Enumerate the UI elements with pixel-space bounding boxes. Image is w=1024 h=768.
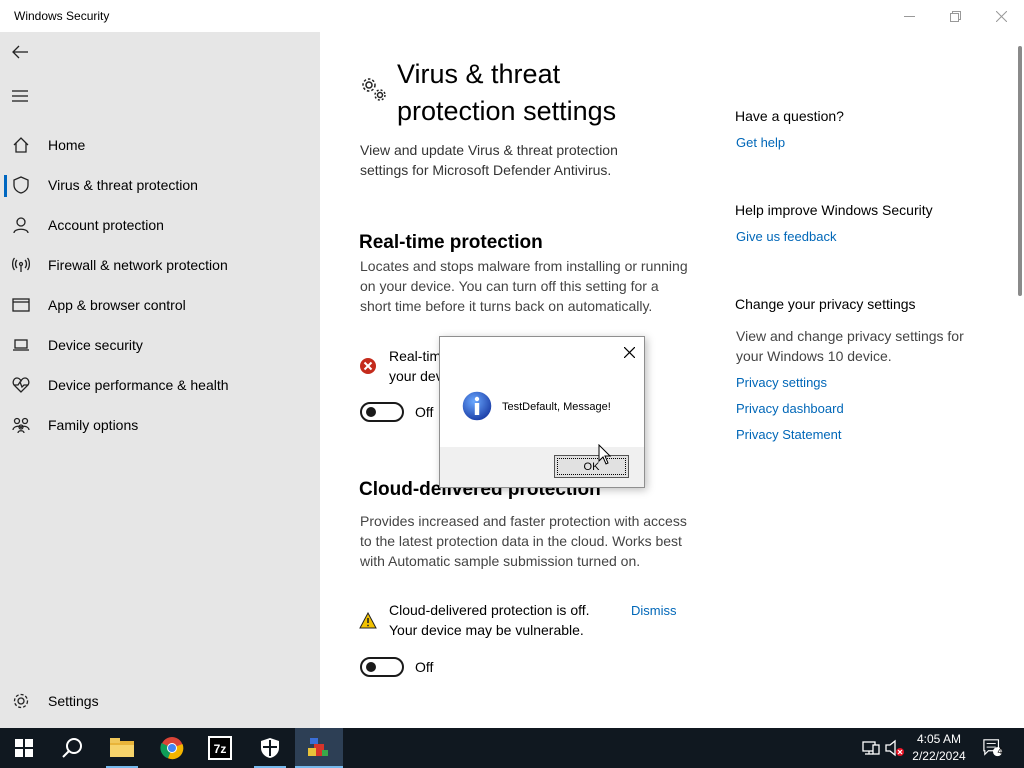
family-icon xyxy=(11,415,31,435)
volume-muted-icon xyxy=(885,739,904,757)
notification-count: 4 xyxy=(997,746,1003,756)
hamburger-icon xyxy=(12,90,28,102)
toggle-knob xyxy=(366,407,376,417)
sidebar-item-settings[interactable]: Settings xyxy=(0,681,320,721)
close-icon xyxy=(623,346,635,358)
sidebar-item-label: Family options xyxy=(48,417,139,433)
taskbar-7zip[interactable]: 7z xyxy=(196,728,244,768)
window-title: Windows Security xyxy=(14,9,110,23)
privacy-description: View and change privacy settings for you… xyxy=(736,328,964,364)
scrollbar[interactable] xyxy=(1018,46,1022,296)
restore-icon xyxy=(949,10,961,22)
sidebar-item-label: Home xyxy=(48,137,86,153)
close-icon xyxy=(995,10,1007,22)
sidebar-item-device-performance[interactable]: Device performance & health xyxy=(0,365,320,405)
person-icon xyxy=(11,215,31,235)
dialog-message: TestDefault, Message! xyxy=(502,401,611,413)
sidebar-item-label: Device performance & health xyxy=(48,377,229,393)
sidebar-item-label: Device security xyxy=(48,337,143,353)
clock-date: 2/22/2024 xyxy=(912,749,966,763)
clock-time: 4:05 AM xyxy=(916,732,962,746)
sidebar-item-home[interactable]: Home xyxy=(0,125,320,165)
sidebar-item-firewall-network[interactable]: Firewall & network protection xyxy=(0,245,320,285)
chrome-icon xyxy=(160,737,184,760)
mouse-cursor-icon xyxy=(598,444,612,465)
wifi-antenna-icon xyxy=(11,255,31,275)
realtime-protection-toggle[interactable] xyxy=(360,402,404,422)
privacy-dashboard-link[interactable]: Privacy dashboard xyxy=(736,401,844,416)
sidebar-item-device-security[interactable]: Device security xyxy=(0,325,320,365)
sidebar-item-app-browser-control[interactable]: App & browser control xyxy=(0,285,320,325)
windows-security-icon xyxy=(261,738,279,758)
heart-icon xyxy=(11,375,31,395)
sidebar-item-label: Account protection xyxy=(48,217,164,233)
taskbar: 7z 4:05 AM 2/22/2024 4 xyxy=(0,728,1024,768)
taskbar-clock[interactable]: 4:05 AM 2/22/2024 xyxy=(904,731,974,765)
cloud-protection-description: Provides increased and faster protection… xyxy=(360,513,687,569)
privacy-statement-link[interactable]: Privacy Statement xyxy=(736,427,842,442)
restore-button[interactable] xyxy=(932,0,978,32)
improve-heading: Help improve Windows Security xyxy=(735,202,933,218)
minimize-icon xyxy=(903,15,915,17)
gear-icon xyxy=(11,691,31,711)
toggle-knob xyxy=(366,662,376,672)
search-button[interactable] xyxy=(48,728,96,768)
title-bar: Windows Security xyxy=(0,0,1024,32)
sidebar-item-virus-threat-protection[interactable]: Virus & threat protection xyxy=(0,165,320,205)
dismiss-link[interactable]: Dismiss xyxy=(631,603,677,618)
page-title: Virus & threat protection settings xyxy=(397,59,617,126)
home-icon xyxy=(11,135,31,155)
warning-icon xyxy=(359,612,377,629)
privacy-settings-link[interactable]: Privacy settings xyxy=(736,375,827,390)
give-feedback-link[interactable]: Give us feedback xyxy=(736,229,836,244)
taskbar-test-app[interactable] xyxy=(295,728,343,768)
sidebar-item-account-protection[interactable]: Account protection xyxy=(0,205,320,245)
action-center-button[interactable]: 4 xyxy=(983,738,1003,758)
minimize-button[interactable] xyxy=(886,0,932,32)
back-arrow-icon xyxy=(12,45,28,59)
realtime-toggle-label: Off xyxy=(415,404,434,420)
cloud-warning-text: Cloud-delivered protection is off. Your … xyxy=(389,602,590,638)
get-help-link[interactable]: Get help xyxy=(736,135,785,150)
windows-start-icon xyxy=(15,739,33,757)
sidebar-item-label: Firewall & network protection xyxy=(48,257,228,273)
sidebar: Home Virus & threat protection Account p… xyxy=(0,32,320,728)
browser-window-icon xyxy=(11,295,31,315)
realtime-protection-description: Locates and stops malware from installin… xyxy=(360,258,688,314)
close-button[interactable] xyxy=(978,0,1024,32)
network-icon xyxy=(862,741,880,755)
cloud-toggle-label: Off xyxy=(415,659,434,675)
volume-tray-button[interactable] xyxy=(885,738,905,758)
search-icon xyxy=(62,738,82,758)
7zip-icon: 7z xyxy=(208,736,232,760)
message-dialog: TestDefault, Message! OK xyxy=(439,336,645,488)
taskbar-chrome[interactable] xyxy=(148,728,196,768)
question-heading: Have a question? xyxy=(735,108,844,124)
shield-icon xyxy=(11,175,31,195)
dialog-footer: OK xyxy=(440,447,644,487)
sidebar-item-label: Settings xyxy=(48,693,99,709)
network-tray-button[interactable] xyxy=(861,738,881,758)
test-app-icon xyxy=(308,738,328,756)
gears-icon xyxy=(362,78,386,101)
start-button[interactable] xyxy=(0,728,48,768)
taskbar-windows-security[interactable] xyxy=(246,728,294,768)
error-icon xyxy=(360,358,376,374)
laptop-icon xyxy=(11,335,31,355)
dialog-close-button[interactable] xyxy=(620,343,638,361)
sidebar-item-label: App & browser control xyxy=(48,297,186,313)
sidebar-item-family-options[interactable]: Family options xyxy=(0,405,320,445)
sidebar-item-label: Virus & threat protection xyxy=(48,177,198,193)
page-description: View and update Virus & threat protectio… xyxy=(360,142,618,178)
privacy-heading: Change your privacy settings xyxy=(735,296,916,312)
cloud-protection-toggle[interactable] xyxy=(360,657,404,677)
realtime-protection-title: Real-time protection xyxy=(359,232,543,253)
ok-button[interactable]: OK xyxy=(554,455,629,478)
info-icon xyxy=(461,390,493,422)
file-explorer-icon xyxy=(110,738,134,757)
taskbar-file-explorer[interactable] xyxy=(98,728,146,768)
svg-text:7z: 7z xyxy=(214,742,227,756)
menu-button[interactable] xyxy=(8,84,32,108)
back-button[interactable] xyxy=(8,40,32,64)
